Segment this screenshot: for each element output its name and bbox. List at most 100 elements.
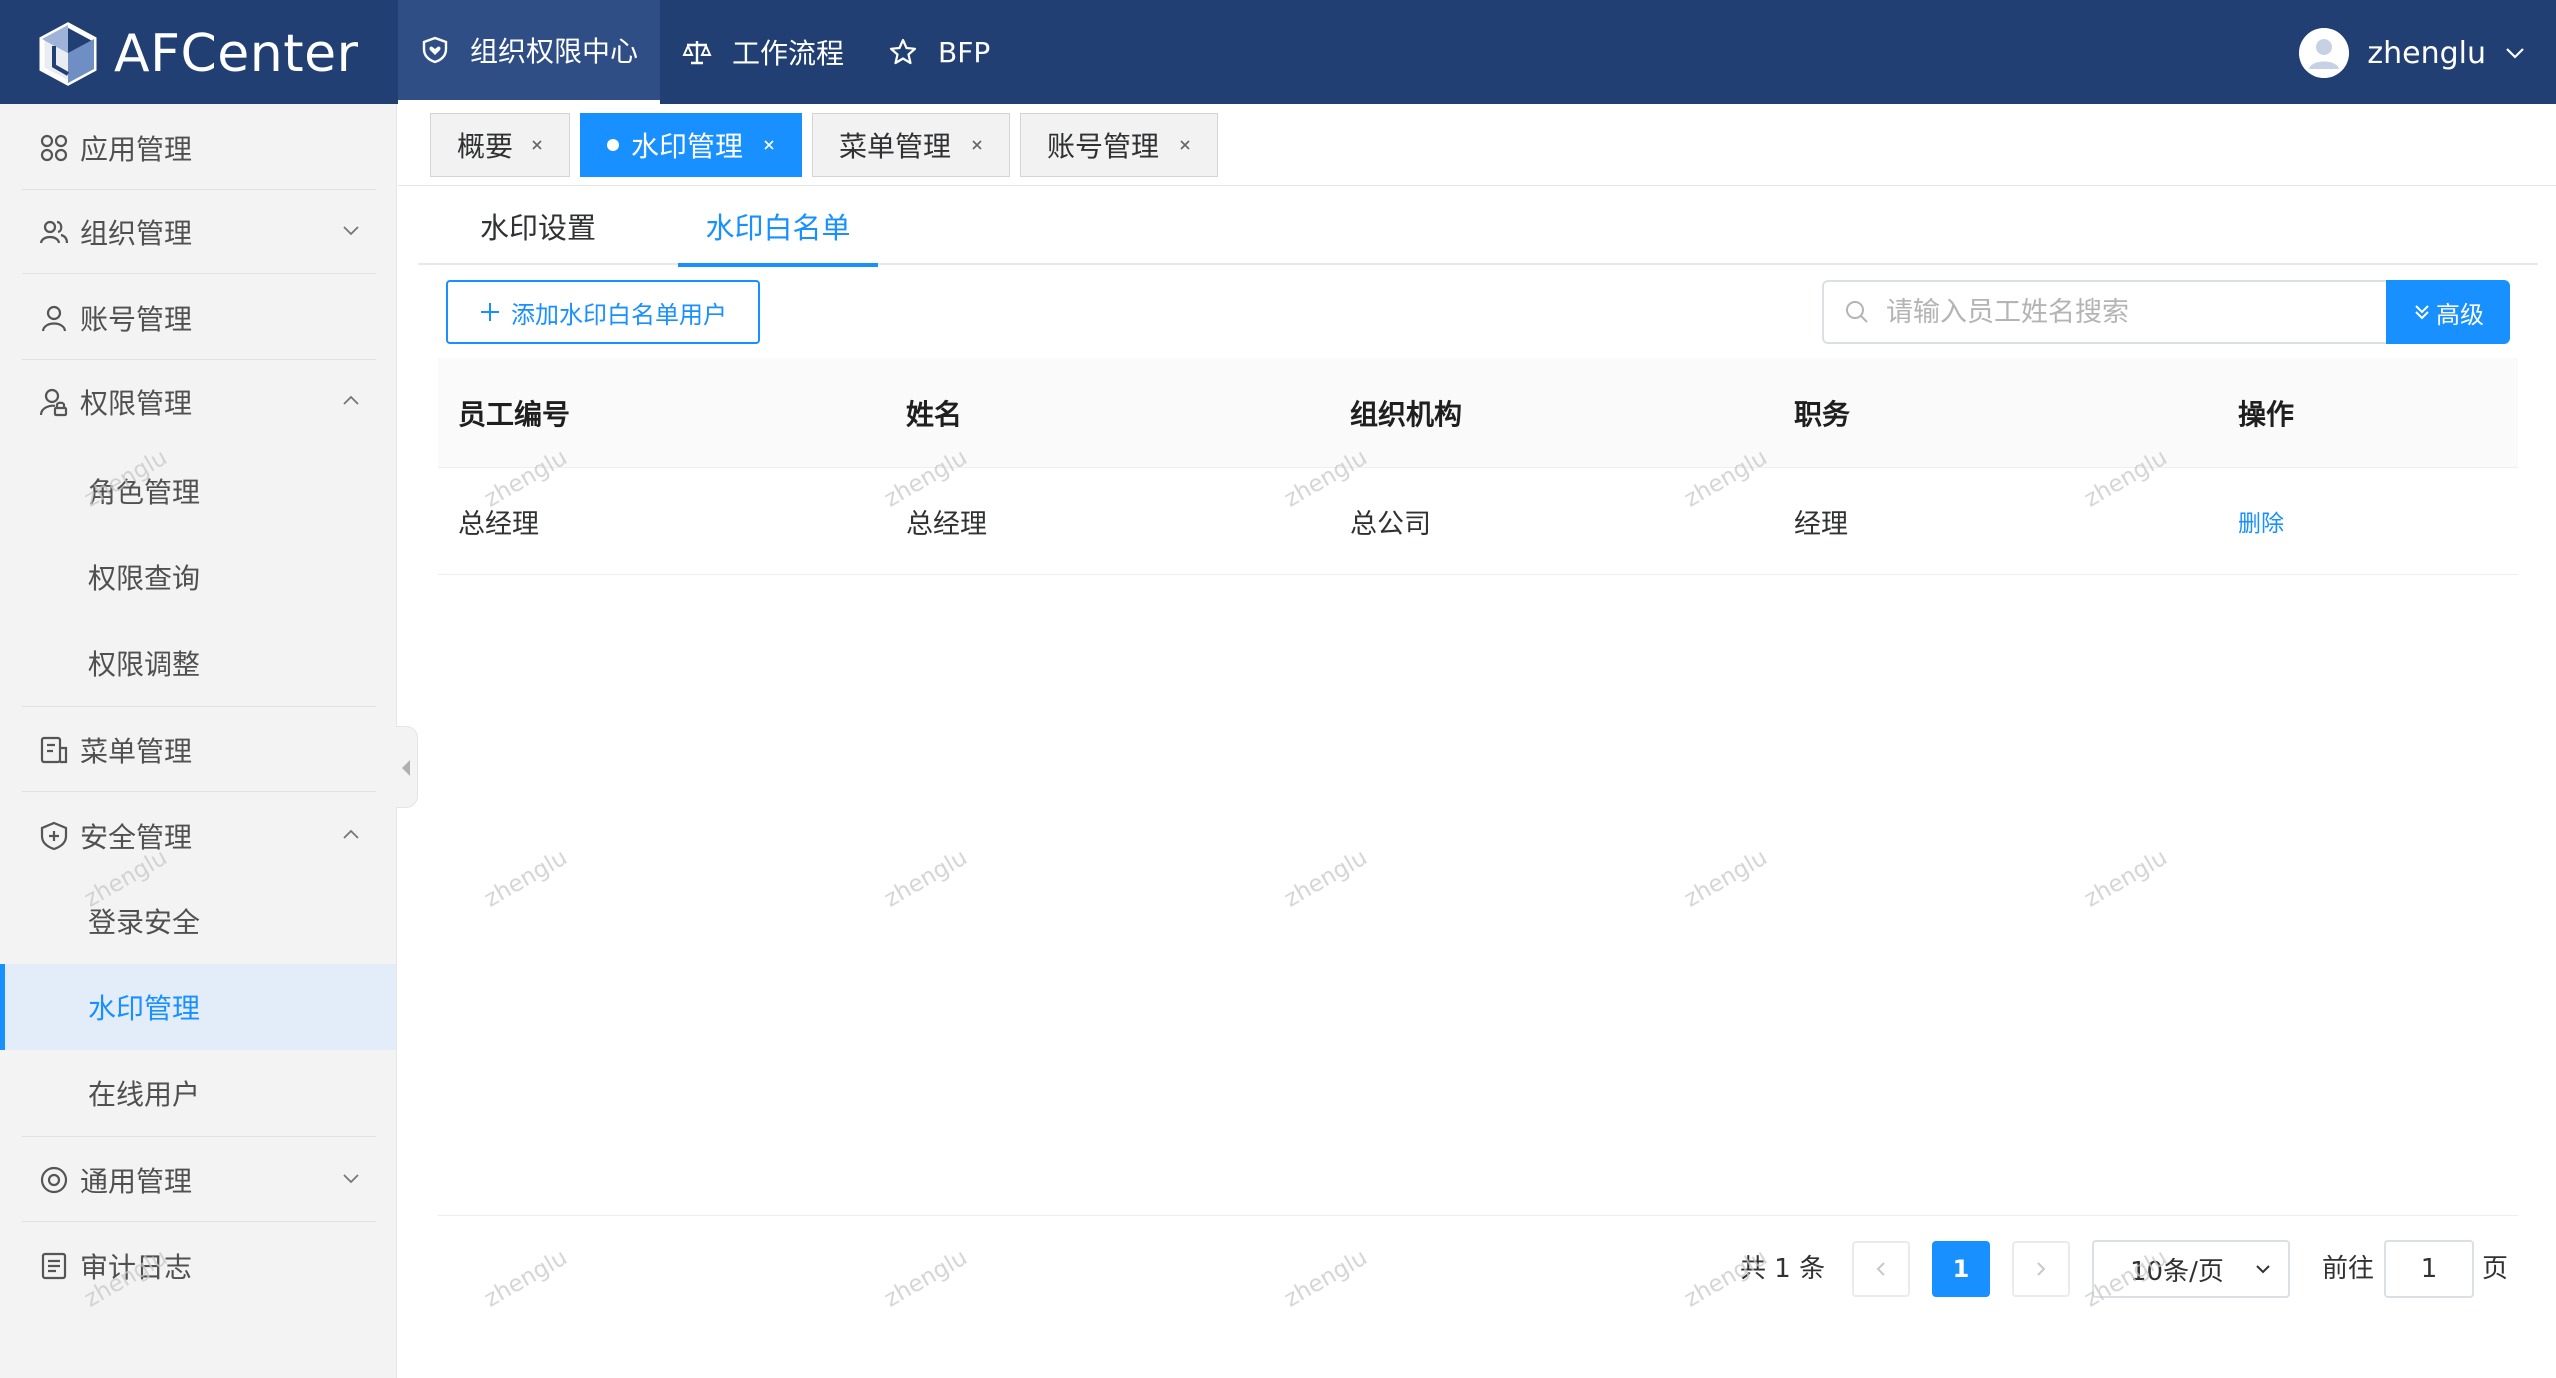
sidebar-item-account-management[interactable]: 账号管理	[22, 276, 376, 360]
whitelist-table: 员工编号 姓名 组织机构 职务 操作 总经理 总经理 总公司 经理 删除	[438, 358, 2518, 575]
sidebar-subitem-watermark-management[interactable]: 水印管理	[0, 964, 396, 1050]
page-tab-label: 水印管理	[631, 130, 744, 163]
top-nav-label: 工作流程	[732, 37, 845, 70]
user-icon	[38, 302, 70, 334]
table-row: 总经理 总经理 总公司 经理 删除	[438, 468, 2518, 575]
sidebar-subitem-label: 水印管理	[88, 992, 201, 1025]
app-logo[interactable]: AFCenter	[36, 22, 359, 86]
pagination-total: 共 1 条	[1740, 1254, 1826, 1284]
top-navigation-bar: AFCenter 组织权限中心 工作流程 BFP zhenglu	[0, 0, 2556, 104]
shield-heart-icon	[420, 35, 450, 65]
top-nav-workflow[interactable]: 工作流程	[660, 0, 866, 104]
user-menu[interactable]: zhenglu	[2299, 28, 2528, 78]
chevron-down-icon	[338, 218, 364, 244]
apps-grid-icon	[38, 132, 70, 164]
divider	[22, 706, 376, 707]
page-number-button[interactable]: 1	[1932, 1241, 1990, 1297]
sidebar-item-permission-management[interactable]: 权限管理	[22, 360, 376, 444]
cell-position: 经理	[1794, 508, 1848, 540]
add-whitelist-user-button[interactable]: 添加水印白名单用户	[446, 280, 760, 344]
sidebar-collapse-handle[interactable]	[396, 726, 418, 808]
top-nav-label: BFP	[938, 35, 991, 69]
goto-label: 前往	[2322, 1254, 2375, 1284]
sidebar-subitem-label: 在线用户	[88, 1078, 201, 1111]
page-size-select[interactable]: 10条/页	[2092, 1240, 2290, 1298]
tab-label: 水印设置	[479, 210, 596, 245]
log-icon	[38, 1250, 70, 1282]
sidebar-item-label: 通用管理	[80, 1164, 193, 1198]
delete-link[interactable]: 删除	[2238, 504, 2284, 538]
watermark-text: zhenglu	[1280, 844, 1372, 913]
watermark-text: zhenglu	[880, 844, 972, 913]
settings-icon	[38, 1164, 70, 1196]
page-tab-label: 概要	[457, 130, 514, 163]
close-icon[interactable]	[1177, 137, 1193, 153]
sidebar-item-label: 账号管理	[80, 302, 193, 336]
sidebar-item-label: 审计日志	[80, 1251, 193, 1284]
prev-page-button[interactable]	[1852, 1241, 1910, 1297]
close-icon[interactable]	[761, 137, 777, 153]
watermark-text: zhenglu	[880, 1244, 972, 1313]
menu-doc-icon	[38, 734, 70, 766]
cell-organization: 总公司	[1350, 508, 1431, 540]
close-icon[interactable]	[529, 137, 545, 153]
content-tabs: 水印设置 水印白名单	[418, 186, 2538, 267]
tab-watermark-settings[interactable]: 水印设置	[440, 186, 636, 265]
page-suffix-label: 页	[2482, 1254, 2509, 1284]
page-tab-overview[interactable]: 概要	[430, 113, 570, 177]
page-tab-label: 菜单管理	[839, 130, 952, 163]
chevron-down-icon	[338, 1166, 364, 1192]
tab-watermark-whitelist[interactable]: 水印白名单	[678, 186, 878, 267]
page-tab-menu-management[interactable]: 菜单管理	[812, 113, 1010, 177]
sidebar-item-label: 安全管理	[80, 821, 193, 854]
page-tab-label: 账号管理	[1047, 130, 1160, 163]
watermark-text: zhenglu	[480, 844, 572, 913]
active-dot-icon	[607, 139, 619, 151]
advanced-search-button[interactable]: 高级	[2386, 280, 2510, 344]
chevron-up-icon	[338, 388, 364, 414]
watermark-text: zhenglu	[1280, 1244, 1372, 1313]
add-button-label: 添加水印白名单用户	[511, 300, 727, 329]
page-size-value: 10条/页	[2130, 1256, 2224, 1287]
sidebar-subitem-login-security[interactable]: 登录安全	[0, 878, 396, 964]
sidebar-subitem-role-management[interactable]: 角色管理	[0, 448, 396, 534]
cell-name: 总经理	[906, 508, 987, 540]
column-header-position: 职务	[1794, 397, 1851, 431]
chevron-up-icon	[338, 822, 364, 848]
avatar	[2299, 28, 2350, 78]
sidebar-subitem-permission-query[interactable]: 权限查询	[0, 534, 396, 620]
top-nav-bfp[interactable]: BFP	[866, 0, 1012, 104]
sidebar-subitem-permission-adjust[interactable]: 权限调整	[0, 620, 396, 706]
top-nav-label: 组织权限中心	[470, 35, 639, 68]
search-input[interactable]	[1886, 296, 2366, 328]
sidebar-subitem-online-users[interactable]: 在线用户	[0, 1050, 396, 1136]
goto-page-input[interactable]	[2384, 1240, 2474, 1298]
shield-plus-icon	[38, 820, 70, 852]
chevron-down-icon	[2502, 40, 2528, 66]
sidebar-item-app-management[interactable]: 应用管理	[22, 106, 376, 190]
next-page-button[interactable]	[2012, 1241, 2070, 1297]
sidebar-subitem-label: 角色管理	[88, 476, 201, 509]
sidebar-item-general-management[interactable]: 通用管理	[22, 1138, 376, 1222]
page-tab-account-management[interactable]: 账号管理	[1020, 113, 1218, 177]
sidebar-item-label: 权限管理	[80, 387, 193, 420]
page-tab-watermark-management[interactable]: 水印管理	[580, 113, 802, 177]
cell-employee-id: 总经理	[458, 508, 539, 540]
advanced-button-label: 高级	[2436, 300, 2484, 329]
user-name: zhenglu	[2367, 35, 2486, 71]
top-nav: 组织权限中心 工作流程 BFP	[398, 0, 1012, 104]
sidebar-item-audit-log[interactable]: 审计日志	[22, 1224, 376, 1308]
afcenter-logo-icon	[36, 22, 100, 86]
top-nav-org-permission-center[interactable]: 组织权限中心	[398, 0, 661, 104]
employee-search-field	[1822, 280, 2388, 344]
sidebar-subitem-label: 权限调整	[88, 648, 201, 681]
column-header-organization: 组织机构	[1350, 397, 1463, 431]
sidebar-item-menu-management[interactable]: 菜单管理	[22, 708, 376, 792]
permission-user-icon	[38, 386, 70, 418]
sidebar-item-label: 应用管理	[80, 132, 193, 166]
close-icon[interactable]	[969, 137, 985, 153]
plus-icon	[479, 301, 501, 323]
team-icon	[38, 216, 70, 248]
sidebar-item-org-management[interactable]: 组织管理	[22, 190, 376, 274]
sidebar-item-security-management[interactable]: 安全管理	[22, 794, 376, 878]
